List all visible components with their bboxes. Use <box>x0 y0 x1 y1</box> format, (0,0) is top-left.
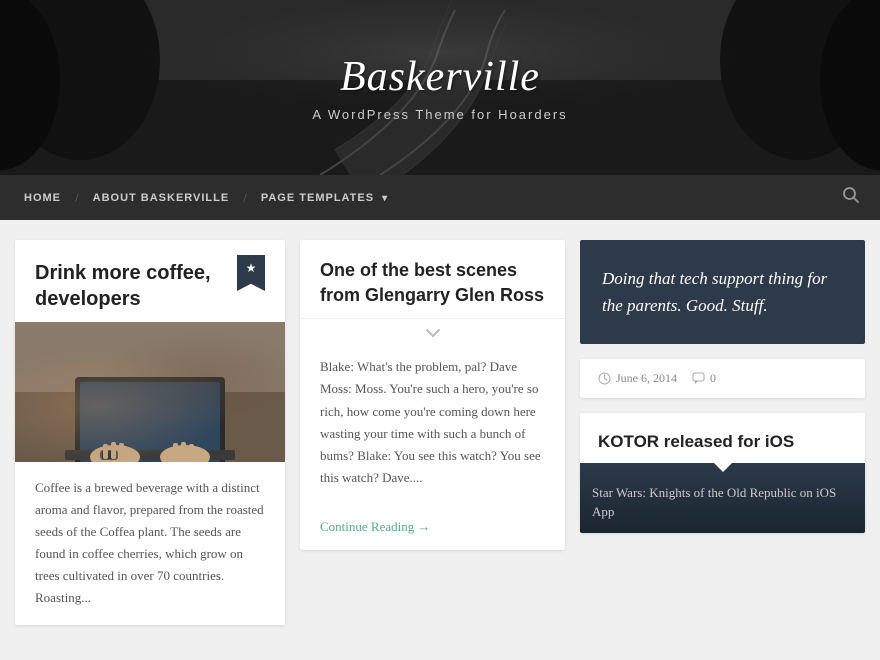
quote-date: June 6, 2014 <box>598 371 677 386</box>
quote-meta: June 6, 2014 0 <box>580 359 865 398</box>
glengarry-body: Blake: What's the problem, pal? Dave Mos… <box>300 351 565 504</box>
dropdown-arrow-icon: ▾ <box>382 193 388 204</box>
main-content: Drink more coffee, developers ★ <box>0 220 880 645</box>
left-column: Drink more coffee, developers ★ <box>15 240 285 625</box>
quote-comments: 0 <box>692 371 716 386</box>
kotor-body-text: Star Wars: Knights of the Old Republic o… <box>580 465 865 532</box>
glengarry-card: One of the best scenes from Glengarry Gl… <box>300 240 565 550</box>
quote-date-text: June 6, 2014 <box>616 371 677 386</box>
quote-comments-count: 0 <box>710 371 716 386</box>
navigation-bar: HOME / ABOUT BASKERVILLE / PAGE TEMPLATE… <box>0 175 880 220</box>
glengarry-header: One of the best scenes from Glengarry Gl… <box>300 240 565 319</box>
coffee-image <box>15 322 285 462</box>
site-tagline: A WordPress Theme for Hoarders <box>312 107 567 122</box>
comment-icon <box>692 372 705 385</box>
nav-about[interactable]: ABOUT BASKERVILLE <box>89 192 234 204</box>
coffee-description: Coffee is a brewed beverage with a disti… <box>15 462 285 625</box>
site-title[interactable]: Baskerville <box>312 53 567 101</box>
right-column: Doing that tech support thing for the pa… <box>580 240 865 625</box>
coffee-card-header: Drink more coffee, developers ★ <box>15 240 285 322</box>
glengarry-title[interactable]: One of the best scenes from Glengarry Gl… <box>320 258 545 308</box>
nav-page-templates[interactable]: PAGE TEMPLATES ▾ <box>257 192 392 204</box>
coffee-image-overlay <box>15 322 285 462</box>
quote-text: Doing that tech support thing for the pa… <box>602 265 843 319</box>
nav-home[interactable]: HOME <box>20 192 65 204</box>
glengarry-chevron-icon <box>300 319 565 351</box>
middle-column: One of the best scenes from Glengarry Gl… <box>300 240 565 625</box>
search-icon[interactable] <box>842 186 860 209</box>
bookmark-star-icon: ★ <box>246 261 257 276</box>
bookmark-icon: ★ <box>237 255 265 291</box>
kotor-image: Star Wars: Knights of the Old Republic o… <box>580 463 865 533</box>
site-header: Baskerville A WordPress Theme for Hoarde… <box>0 0 880 175</box>
nav-sep-2: / <box>243 190 247 206</box>
nav-sep-1: / <box>75 190 79 206</box>
clock-icon <box>598 372 611 385</box>
quote-card: Doing that tech support thing for the pa… <box>580 240 865 344</box>
header-content: Baskerville A WordPress Theme for Hoarde… <box>312 53 567 122</box>
kotor-card: KOTOR released for iOS Star Wars: Knight… <box>580 413 865 533</box>
kotor-chevron-icon <box>713 463 733 472</box>
continue-reading-link[interactable]: Continue Reading → <box>300 504 565 550</box>
kotor-title[interactable]: KOTOR released for iOS <box>598 431 847 453</box>
nav-items: HOME / ABOUT BASKERVILLE / PAGE TEMPLATE… <box>20 190 860 206</box>
coffee-card: Drink more coffee, developers ★ <box>15 240 285 625</box>
coffee-title[interactable]: Drink more coffee, developers <box>35 260 227 312</box>
glengarry-text: Blake: What's the problem, pal? Dave Mos… <box>320 356 545 489</box>
kotor-header: KOTOR released for iOS <box>580 413 865 463</box>
